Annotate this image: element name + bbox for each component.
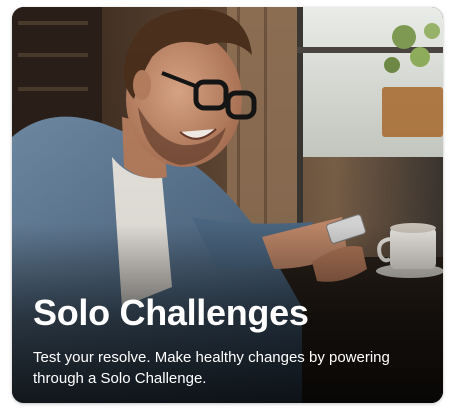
card-description: Test your resolve. Make healthy changes …	[33, 349, 390, 387]
card-title: Solo Challenges	[33, 292, 309, 333]
card-caption: Solo Challenges Test your resolve. Make …	[33, 293, 427, 389]
solo-challenges-card[interactable]: Solo Challenges Test your resolve. Make …	[12, 7, 443, 403]
